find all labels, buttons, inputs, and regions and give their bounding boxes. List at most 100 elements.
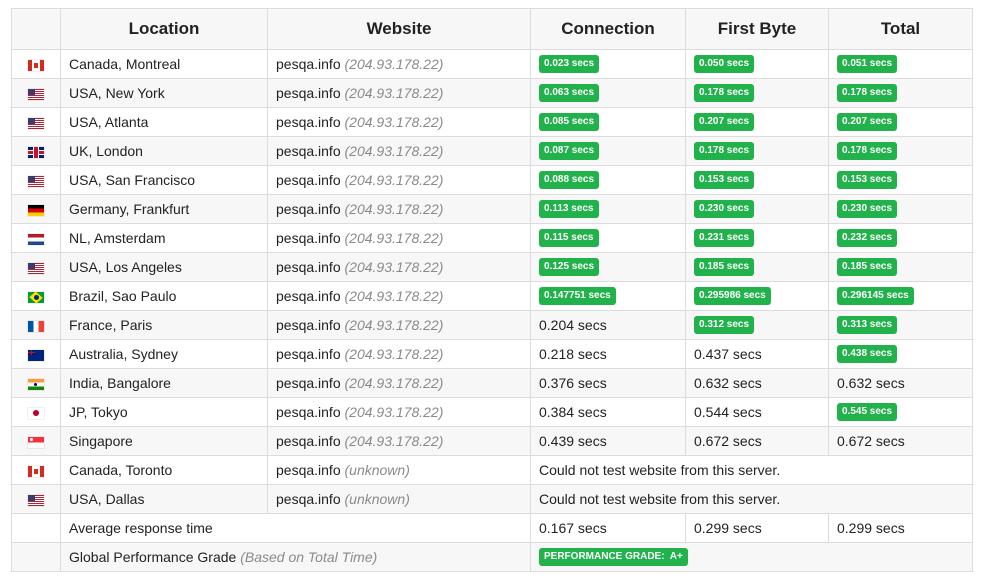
time-badge: 0.231 secs [694,229,755,248]
connection-cell: 0.085 secs [530,107,686,137]
location-column-header: Location [60,8,268,50]
site-name: pesqa.info [276,114,341,130]
location-cell: UK, London [60,136,268,166]
time-badge: 0.232 secs [837,229,898,248]
time-badge: 0.087 secs [539,142,600,161]
connection-column-header: Connection [530,8,686,50]
website-cell: pesqa.info (204.93.178.22) [267,397,531,427]
connection-cell: 0.439 secs [530,426,686,456]
location-cell: Canada, Toronto [60,455,268,485]
connection-cell: 0.204 secs [530,310,686,340]
website-cell: pesqa.info (204.93.178.22) [267,107,531,137]
site-ip: (204.93.178.22) [344,85,444,101]
brazil-flag-icon [28,291,44,303]
grade-badge-cell: PERFORMANCE GRADE: A+ [530,542,973,572]
total-cell: 0.178 secs [828,78,973,108]
table-row: Canada, Toronto pesqa.info (unknown) Could… [11,455,973,485]
table-row: Brazil, Sao Paulo pesqa.info (204.93.178.… [11,281,973,311]
grade-row: Global Performance Grade (Based on Total… [11,542,973,572]
total-cell: 0.207 secs [828,107,973,137]
website-cell: pesqa.info (204.93.178.22) [267,223,531,253]
flag-cell [11,310,61,340]
time-badge: 0.313 secs [837,316,898,335]
connection-cell: 0.088 secs [530,165,686,195]
website-cell: pesqa.info (204.93.178.22) [267,368,531,398]
germany-flag-icon [28,204,44,216]
total-cell: 0.153 secs [828,165,973,195]
connection-cell: 0.113 secs [530,194,686,224]
grade-label-cell: Global Performance Grade (Based on Total… [60,542,531,572]
empty-cell [11,542,61,572]
flag-cell [11,223,61,253]
first-byte-cell: 0.672 secs [685,426,829,456]
location-cell: USA, Dallas [60,484,268,514]
first-byte-cell: 0.207 secs [685,107,829,137]
india-flag-icon [28,378,44,390]
connection-cell: 0.384 secs [530,397,686,427]
flag-cell [11,165,61,195]
flag-cell [11,49,61,79]
time-badge: 0.023 secs [539,55,600,74]
table-row: Canada, Montreal pesqa.info (204.93.178.2… [11,49,973,79]
first-byte-cell: 0.632 secs [685,368,829,398]
time-badge: 0.207 secs [837,113,898,132]
site-ip: (204.93.178.22) [344,346,444,362]
time-badge: 0.178 secs [837,84,898,103]
table-row: USA, Atlanta pesqa.info (204.93.178.22) 0.… [11,107,973,137]
total-cell: 0.313 secs [828,310,973,340]
time-badge: 0.178 secs [837,142,898,161]
location-cell: Australia, Sydney [60,339,268,369]
table-row: Singapore pesqa.info (204.93.178.22) 0.439… [11,426,973,456]
site-ip: (204.93.178.22) [344,201,444,217]
location-cell: France, Paris [60,310,268,340]
table-row: Germany, Frankfurt pesqa.info (204.93.178… [11,194,973,224]
website-cell: pesqa.info (unknown) [267,484,531,514]
time-badge: 0.185 secs [837,258,898,277]
performance-grade-badge: PERFORMANCE GRADE: A+ [539,548,688,567]
total-cell: 0.438 secs [828,339,973,369]
connection-cell: 0.218 secs [530,339,686,369]
website-cell: pesqa.info (204.93.178.22) [267,310,531,340]
website-cell: pesqa.info (204.93.178.22) [267,78,531,108]
website-cell: pesqa.info (204.93.178.22) [267,252,531,282]
singapore-flag-icon [28,436,44,448]
table-row: UK, London pesqa.info (204.93.178.22) 0.08… [11,136,973,166]
flag-cell [11,455,61,485]
first-byte-cell: 0.178 secs [685,136,829,166]
website-cell: pesqa.info (204.93.178.22) [267,339,531,369]
location-cell: USA, New York [60,78,268,108]
time-badge: 0.545 secs [837,403,898,422]
average-first-byte: 0.299 secs [685,513,829,543]
results-table: Location Website Connection First Byte T… [11,8,973,572]
flag-cell [11,136,61,166]
flag-cell [11,107,61,137]
site-name: pesqa.info [276,433,341,449]
site-ip: (204.93.178.22) [344,259,444,275]
first-byte-cell: 0.153 secs [685,165,829,195]
grade-label: Global Performance Grade [69,549,237,565]
total-cell: 0.178 secs [828,136,973,166]
total-cell: 0.545 secs [828,397,973,427]
site-name: pesqa.info [276,375,341,391]
first-byte-cell: 0.544 secs [685,397,829,427]
first-byte-column-header: First Byte [685,8,829,50]
total-cell: 0.230 secs [828,194,973,224]
website-cell: pesqa.info (204.93.178.22) [267,194,531,224]
error-message: Could not test website from this server. [530,484,973,514]
site-name: pesqa.info [276,317,341,333]
time-badge: 0.296145 secs [837,287,914,306]
flag-cell [11,426,61,456]
first-byte-cell: 0.231 secs [685,223,829,253]
website-column-header: Website [267,8,531,50]
site-name: pesqa.info [276,56,341,72]
location-cell: USA, San Francisco [60,165,268,195]
flag-cell [11,339,61,369]
site-name: pesqa.info [276,404,341,420]
time-badge: 0.312 secs [694,316,755,335]
site-ip: (204.93.178.22) [344,143,444,159]
results-panel: Location Website Connection First Byte T… [0,0,981,580]
total-cell: 0.672 secs [828,426,973,456]
first-byte-cell: 0.185 secs [685,252,829,282]
connection-cell: 0.125 secs [530,252,686,282]
table-row: India, Bangalore pesqa.info (204.93.178.2… [11,368,973,398]
